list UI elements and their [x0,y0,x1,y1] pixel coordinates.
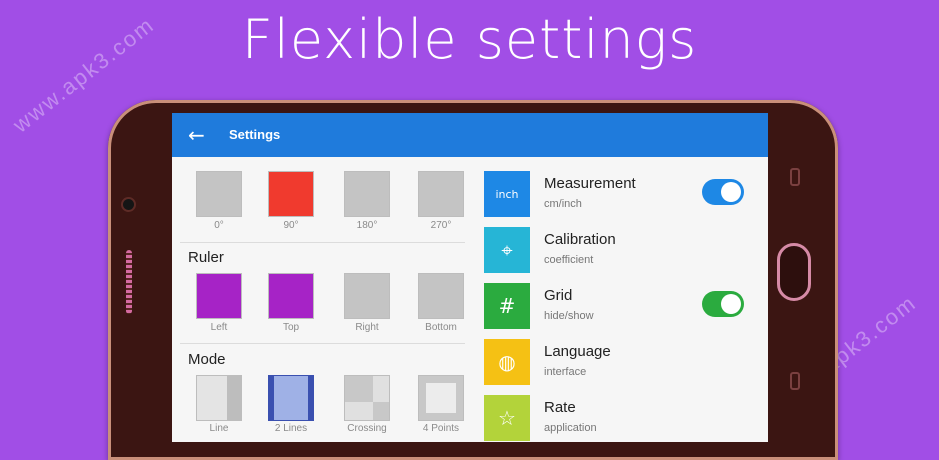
orientation-tile[interactable] [418,171,464,217]
orientation-label: 0° [214,220,224,231]
mode-heading: Mode [188,351,226,368]
orientation-tile[interactable] [268,171,314,217]
divider [180,343,465,344]
setting-subtitle: hide/show [544,310,594,322]
mode-2lines-icon [269,376,274,420]
ruler-tile[interactable] [418,273,464,319]
back-arrow-icon[interactable]: ← [188,123,205,147]
setting-title: Language [544,343,611,360]
app-bar: ← Settings [172,113,768,157]
grid-toggle[interactable] [702,291,744,317]
app-title: Settings [229,127,281,142]
ruler-label: Left [210,322,228,333]
orientation-tile[interactable] [196,171,242,217]
setting-subtitle: application [544,422,597,434]
mode-crossing-tile[interactable] [344,375,390,421]
mode-label: 4 Points [422,423,460,434]
globe-icon: ◍ [484,339,530,385]
display-options: 0° 90° 180° 270° Ruler Left Top Right Bo… [172,157,468,442]
setting-title: Calibration [544,231,616,248]
setting-measurement[interactable]: inch Measurement cm/inch [484,171,764,223]
mode-label: Crossing [347,423,387,434]
speaker-grille [126,250,132,314]
setting-subtitle: interface [544,366,587,378]
ruler-tile[interactable] [268,273,314,319]
setting-calibration[interactable]: ⌖ Calibration coefficient [484,227,764,279]
ruler-tile[interactable] [344,273,390,319]
home-button[interactable] [777,243,811,301]
ruler-heading: Ruler [188,249,224,266]
setting-subtitle: cm/inch [544,198,582,210]
setting-subtitle: coefficient [544,254,594,266]
mode-line-icon [227,376,241,420]
front-camera [123,199,134,210]
ruler-label: Right [355,322,379,333]
toggle-knob [721,294,741,314]
mode-4points-tile[interactable] [418,375,464,421]
setting-grid[interactable]: # Grid hide/show [484,283,764,335]
mode-crossing-icon [345,376,373,402]
mode-2lines-icon [308,376,313,420]
grid-icon: # [484,283,530,329]
toggle-knob [721,182,741,202]
setting-title: Grid [544,287,573,304]
orientation-tile[interactable] [344,171,390,217]
orientation-label: 180° [356,220,378,231]
setting-title: Rate [544,399,576,416]
mode-2lines-tile[interactable] [268,375,314,421]
ruler-label: Top [282,322,300,333]
ruler-tile[interactable] [196,273,242,319]
setting-rate[interactable]: ☆ Rate application [484,395,764,442]
orientation-label: 270° [430,220,452,231]
mode-label: Line [209,423,229,434]
screen: ← Settings 0° 90° 180° 270° Ruler Left T… [172,113,768,442]
setting-title: Measurement [544,175,636,192]
mode-label: 2 Lines [274,423,308,434]
measurement-toggle[interactable] [702,179,744,205]
back-key[interactable] [790,372,800,390]
star-icon: ☆ [484,395,530,441]
setting-language[interactable]: ◍ Language interface [484,339,764,391]
crosshair-icon: ⌖ [484,227,530,273]
inch-icon: inch [484,171,530,217]
menu-key[interactable] [790,168,800,186]
ruler-label: Bottom [425,322,457,333]
orientation-label: 90° [283,220,299,231]
divider [180,242,465,243]
mode-line-tile[interactable] [196,375,242,421]
mode-4points-icon [426,383,456,413]
mode-crossing-icon [373,402,389,420]
